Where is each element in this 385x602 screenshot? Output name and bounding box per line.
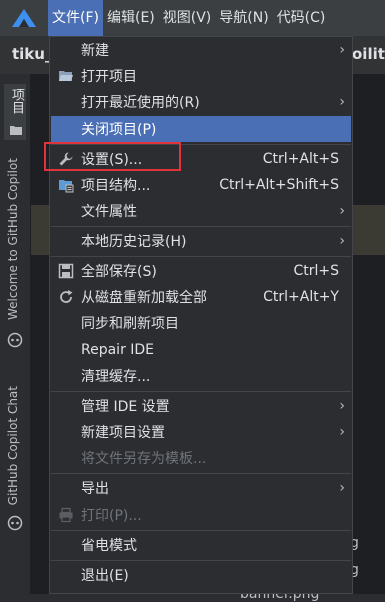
copilot-icon[interactable] — [7, 332, 23, 348]
project-name[interactable]: tiku_ — [12, 45, 52, 63]
menu-item-new[interactable]: 新建 › — [51, 37, 351, 63]
menu-edit[interactable]: 编辑(E) — [103, 0, 159, 36]
menu-item-label: 文件属性 — [81, 204, 137, 220]
menu-item-label: 从磁盘重新加载全部 — [81, 290, 207, 306]
menu-item-power-save[interactable]: 省电模式 — [51, 532, 351, 558]
menu-item-label: 打开最近使用的(R) — [81, 95, 200, 111]
menu-item-export[interactable]: 导出 › — [51, 475, 351, 501]
menu-separator — [51, 473, 351, 474]
menu-item-save-all[interactable]: 全部保存(S) Ctrl+S — [51, 258, 351, 284]
copilot-chat-icon[interactable] — [7, 515, 23, 531]
menu-item-label: 管理 IDE 设置 — [81, 399, 170, 415]
menu-item-label: 清理缓存... — [81, 369, 151, 385]
project-structure-icon — [59, 180, 74, 193]
chevron-right-icon: › — [339, 42, 345, 58]
file-menu-dropdown: 新建 › 打开项目 打开最近使用的(R) › 关闭项目(P) 设置(S)... … — [49, 36, 353, 594]
annotation-highlight-box — [44, 142, 181, 171]
chevron-right-icon: › — [339, 480, 345, 496]
menu-item-label: 省电模式 — [81, 538, 137, 554]
tool-window-project-tab[interactable]: 项目 — [4, 84, 26, 141]
menu-code[interactable]: 代码(C) — [273, 0, 330, 36]
menu-item-shortcut: Ctrl+S — [293, 263, 339, 279]
menu-item-label: 全部保存(S) — [81, 264, 157, 280]
menu-item-local-history[interactable]: 本地历史记录(H) › — [51, 228, 351, 254]
menu-item-reload-all[interactable]: 从磁盘重新加载全部 Ctrl+Alt+Y — [51, 284, 351, 310]
menu-item-label: 打印(P)... — [81, 508, 142, 524]
menu-item-print: 打印(P)... — [51, 502, 351, 528]
menu-navigate[interactable]: 导航(N) — [215, 0, 272, 36]
menu-separator — [51, 530, 351, 531]
menu-item-label: 打开项目 — [81, 69, 137, 85]
menu-item-label: 关闭项目(P) — [81, 122, 157, 138]
menu-item-save-as-template: 将文件另存为模板... — [51, 445, 351, 471]
left-tool-strip: 项目 Welcome to GitHub Copilot GitHub Copi… — [0, 74, 31, 594]
folder-open-icon — [59, 71, 73, 81]
menu-item-label: 导出 — [81, 481, 109, 497]
menu-item-label: 同步和刷新项目 — [81, 316, 179, 332]
menu-item-close-project[interactable]: 关闭项目(P) — [51, 116, 351, 142]
menu-item-label: 退出(E) — [81, 568, 129, 584]
welcome-copilot-tab[interactable]: Welcome to GitHub Copilot — [6, 158, 20, 320]
menu-item-shortcut: Ctrl+Alt+Y — [263, 289, 339, 305]
menu-view[interactable]: 视图(V) — [159, 0, 216, 36]
chevron-right-icon: › — [339, 398, 345, 414]
menu-item-new-project-settings[interactable]: 新建项目设置 › — [51, 419, 351, 445]
menu-item-open-recent[interactable]: 打开最近使用的(R) › — [51, 89, 351, 115]
chevron-right-icon: › — [339, 233, 345, 249]
menu-separator — [51, 560, 351, 561]
menu-file[interactable]: 文件(F) — [48, 0, 103, 36]
tool-window-project-label: 项目 — [9, 88, 24, 114]
menu-item-sync-refresh[interactable]: 同步和刷新项目 — [51, 310, 351, 336]
refresh-icon — [60, 290, 73, 303]
menu-separator — [51, 391, 351, 392]
menu-item-project-structure[interactable]: 项目结构... Ctrl+Alt+Shift+S — [51, 172, 351, 198]
menu-item-label: 新建 — [81, 43, 109, 59]
menu-item-label: 本地历史记录(H) — [81, 234, 187, 250]
menu-bar: 文件(F) 编辑(E) 视图(V) 导航(N) 代码(C) — [0, 0, 385, 36]
menu-item-shortcut: Ctrl+Alt+Shift+S — [219, 177, 339, 193]
menu-item-repair-ide[interactable]: Repair IDE — [51, 337, 351, 363]
menu-item-label: 项目结构... — [81, 178, 151, 194]
chevron-right-icon: › — [339, 424, 345, 440]
menu-item-shortcut: Ctrl+Alt+S — [262, 151, 339, 167]
menu-separator — [51, 256, 351, 257]
menu-item-open-project[interactable]: 打开项目 — [51, 63, 351, 89]
menu-item-exit[interactable]: 退出(E) — [51, 562, 351, 588]
chevron-right-icon: › — [339, 94, 345, 110]
printer-icon — [59, 507, 73, 523]
menu-separator — [51, 226, 351, 227]
menu-item-manage-ide-settings[interactable]: 管理 IDE 设置 › — [51, 393, 351, 419]
menu-item-label: Repair IDE — [81, 342, 155, 358]
menu-item-file-properties[interactable]: 文件属性 › — [51, 198, 351, 224]
chevron-right-icon: › — [339, 203, 345, 219]
menu-item-clear-cache[interactable]: 清理缓存... — [51, 363, 351, 389]
copilot-chat-tab[interactable]: GitHub Copilot Chat — [6, 386, 20, 505]
app-logo-icon[interactable] — [0, 0, 48, 36]
toolbar-text-fragment: oility — [352, 45, 385, 63]
folder-icon — [10, 126, 22, 136]
menu-item-label: 新建项目设置 — [81, 425, 165, 441]
menu-item-label: 将文件另存为模板... — [81, 451, 207, 467]
save-icon — [58, 263, 74, 279]
